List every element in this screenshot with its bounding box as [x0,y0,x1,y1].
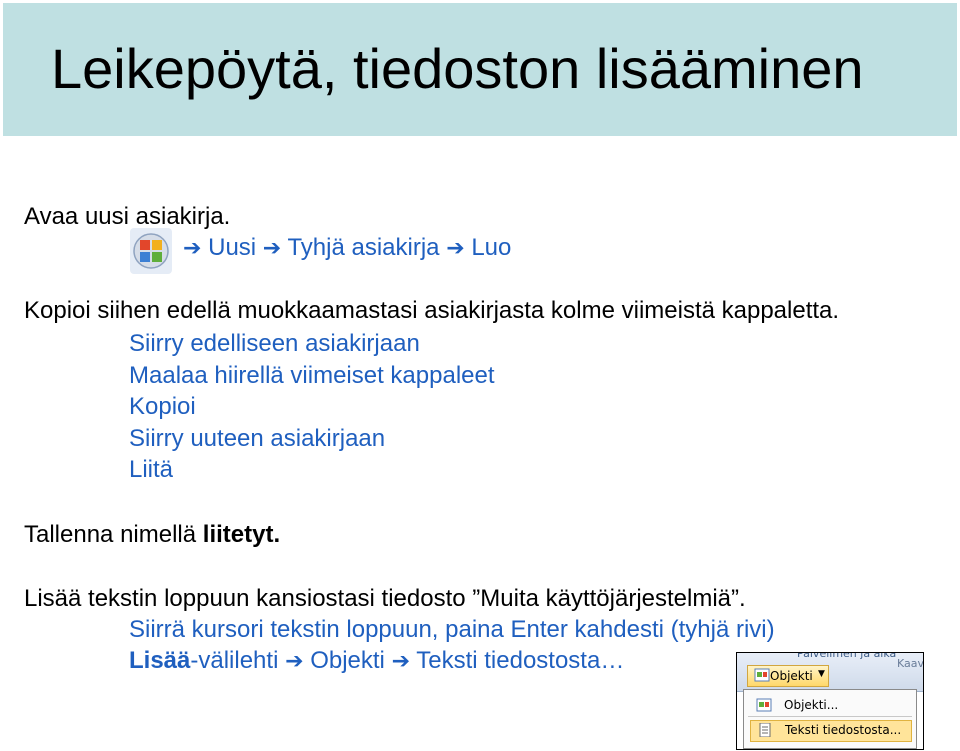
step3-prefix: Tallenna nimellä [24,521,203,548]
arrow-icon: ➔ [183,236,202,261]
ribbon-bar: Palvelimen ja aika Kaav Objekti ▼ [737,653,923,692]
objekti-dropdown-menu: Objekti... Teksti tiedostosta... [743,689,917,749]
tab-suffix: -välilehti [190,647,279,674]
step1-text: Avaa uusi asiakirja. [24,203,231,230]
arrow-icon: ➔ [391,649,410,674]
step2-substep: Kopioi [129,393,196,420]
menu-item-teksti-tiedostosta[interactable]: Teksti tiedostosta... [750,720,912,742]
text-file-icon [759,723,771,737]
step2-substep: Siirry uuteen asiakirjaan [129,425,386,452]
objekti-button-label: Objekti [770,669,813,683]
objekti-button[interactable]: Objekti ▼ [747,665,829,687]
step2-substep: Siirry edelliseen asiakirjaan [129,330,420,357]
ribbon-text: Kaav [897,657,924,670]
chevron-down-icon: ▼ [818,669,825,679]
menu-item-uusi: Uusi [208,234,257,261]
arrow-icon: ➔ [285,649,304,674]
step1-menu-path: ➔ Uusi ➔ Tyhjä asiakirja ➔ Luo [183,234,511,263]
menu-item-tyhja-asiakirja: Tyhjä asiakirja [287,234,440,261]
menu-item-teksti-tiedostosta: Teksti tiedostosta… [416,647,625,674]
object-icon [756,698,772,712]
step4-sub1: Siirrä kursori tekstin loppuun, paina En… [129,616,775,643]
step3-suffix: . [273,521,281,548]
menu-item-label: Objekti... [784,698,839,712]
menu-item-objekti: Objekti [310,647,385,674]
ribbon-screenshot: Palvelimen ja aika Kaav Objekti ▼ Objekt… [736,652,924,750]
step3-filename: liitetyt [202,521,274,548]
menu-separator [748,716,912,717]
menu-item-objekti[interactable]: Objekti... [750,696,910,714]
arrow-icon: ➔ [446,236,465,261]
step4-sub2: Lisää-välilehti ➔ Objekti ➔ Teksti tiedo… [129,647,624,676]
office-button-icon[interactable] [130,228,172,274]
step2-text: Kopioi siihen edellä muokkaamastasi asia… [24,297,840,324]
page-title: Leikepöytä, tiedoston lisääminen [51,37,864,100]
menu-item-label: Teksti tiedostosta... [785,723,902,737]
ribbon-text: Palvelimen ja aika [797,652,897,660]
object-icon [754,668,770,682]
menu-item-luo: Luo [471,234,512,261]
step2-substep: Liitä [129,456,174,483]
step2-substep: Maalaa hiirellä viimeiset kappaleet [129,362,495,389]
tab-lisaa: Lisää [129,647,191,674]
step3-text: Tallenna nimellä liitetyt. [24,521,280,549]
arrow-icon: ➔ [262,236,282,261]
step4-text: Lisää tekstin loppuun kansiostasi tiedos… [24,585,746,612]
